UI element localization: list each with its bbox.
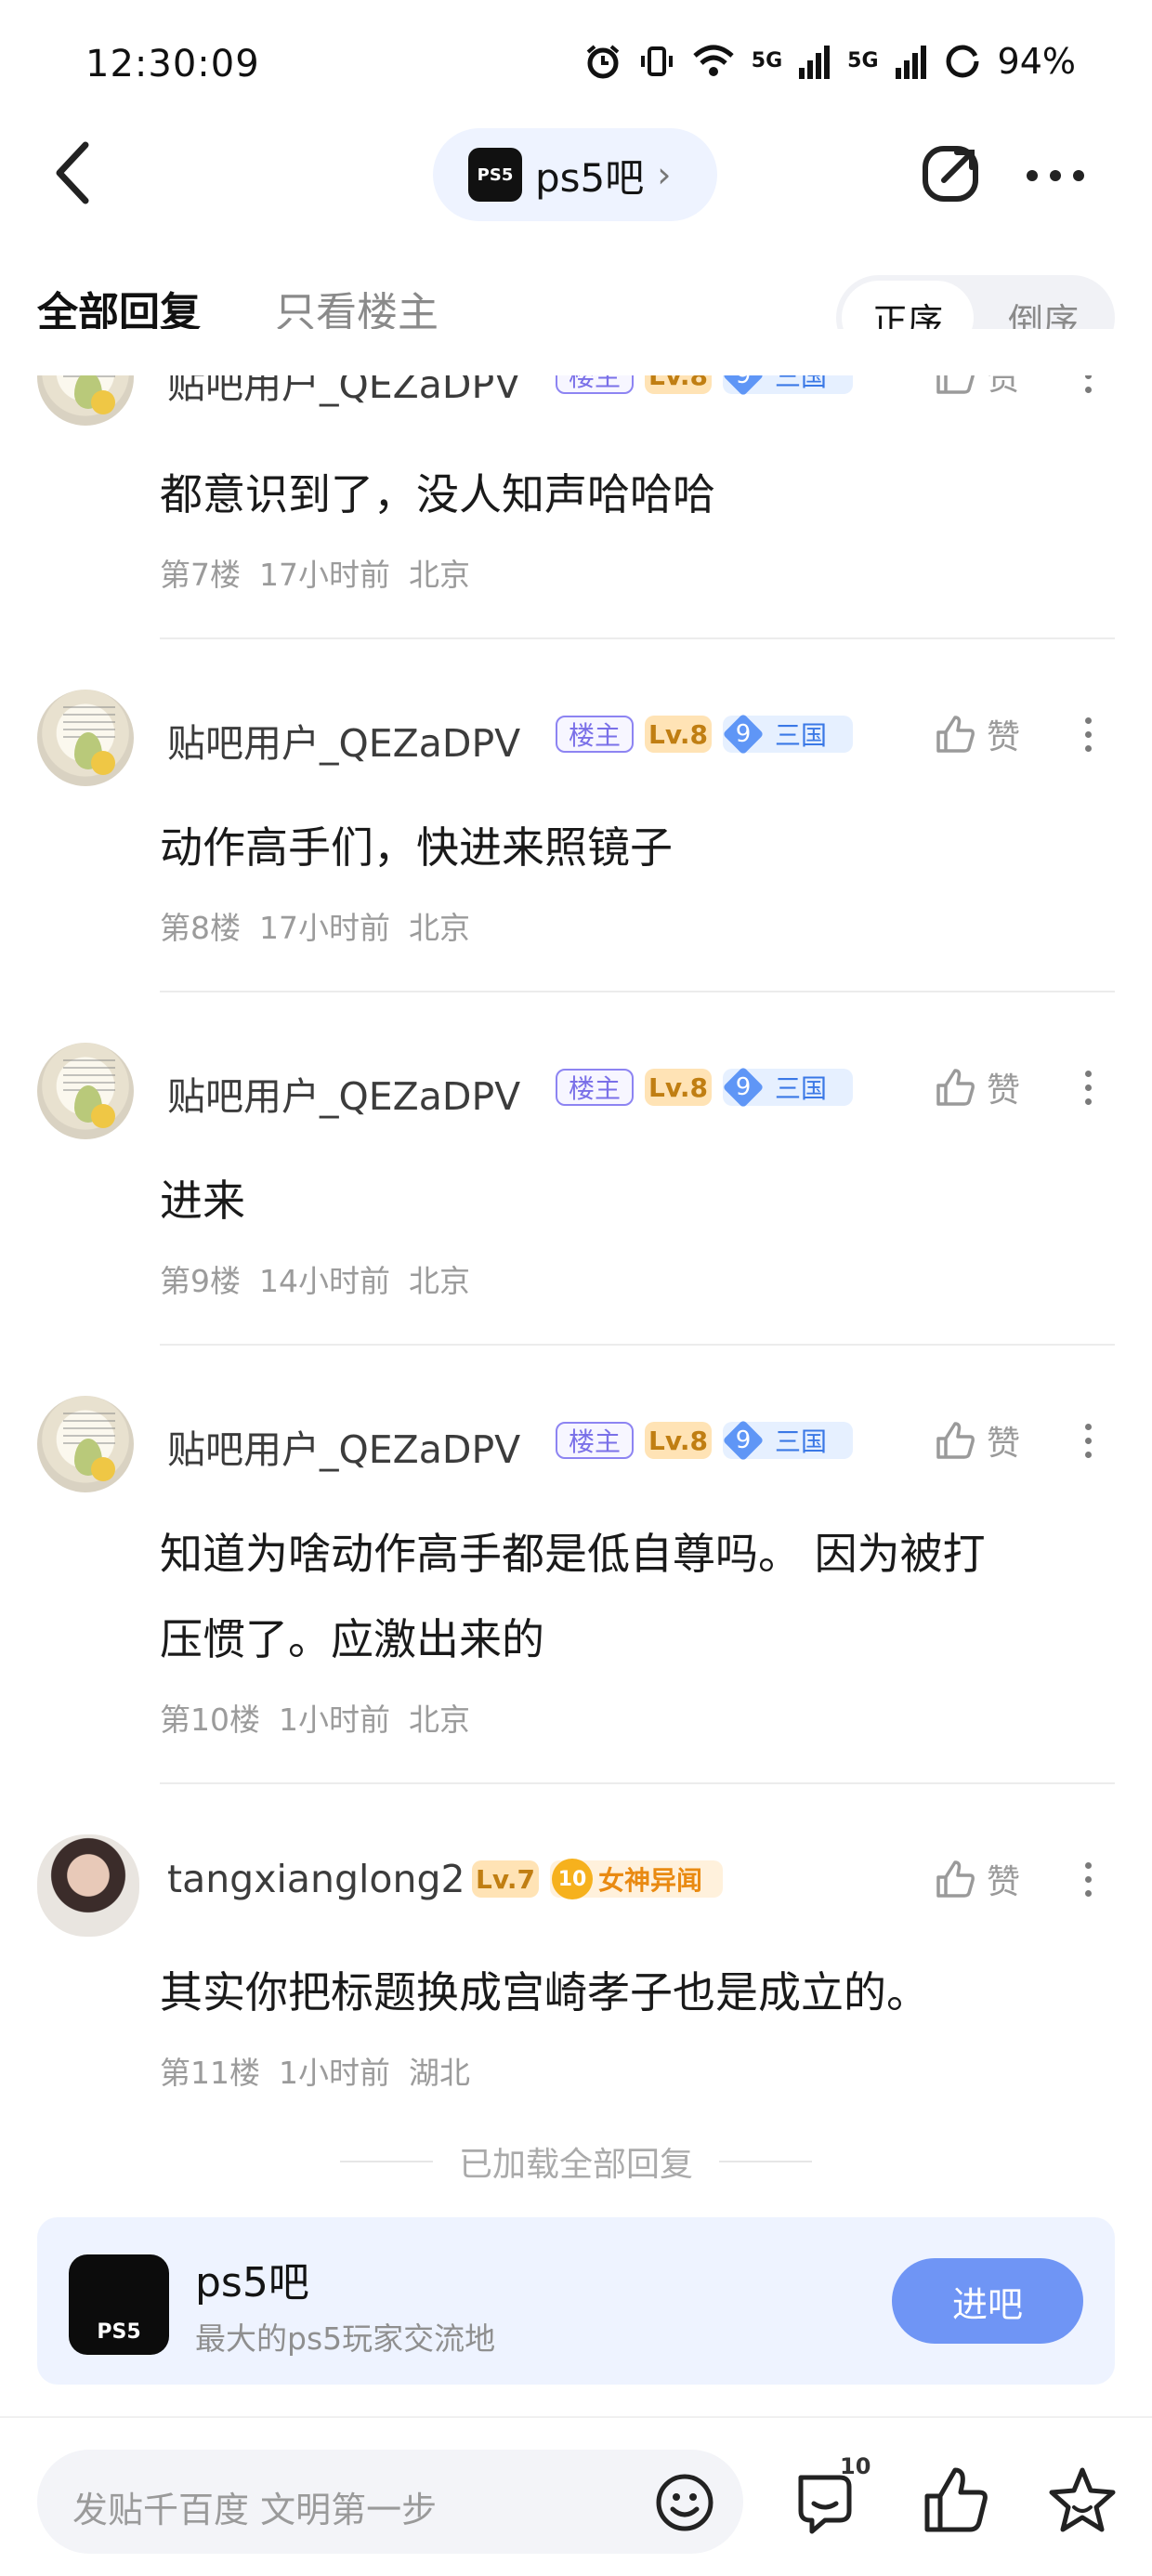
medal-badge: 10 女神异闻 [550,1859,723,1899]
thumbs-up-icon [936,1422,975,1459]
bottom-divider [0,2416,1152,2418]
thumbs-up-icon[interactable] [920,2463,990,2537]
forum-logo: PS5 [468,148,522,202]
owner-badge: 楼主 [556,1069,634,1106]
wifi-icon [693,45,734,76]
back-icon[interactable] [48,139,97,206]
post-divider [160,1782,1115,1784]
level-badge: Lv.8 [645,716,712,753]
thumbs-up-icon [936,1069,975,1106]
more-icon[interactable] [1026,169,1085,182]
username[interactable]: 贴吧用户_QEZaDPV [167,1065,520,1121]
floor-number: 第11楼 [160,2055,260,2091]
post-time: 14小时前 [259,1263,390,1299]
divider-line [719,2161,812,2162]
emoji-icon[interactable] [654,2472,715,2533]
post-content-line-2: 压惯了。应激出来的 [160,1614,544,1664]
post-more-icon[interactable] [1074,1851,1102,1907]
battery-ring-icon [946,45,979,78]
divider-line [339,2161,433,2162]
status-icons: 5G 5G 94% [584,41,1076,82]
star-icon[interactable] [1046,2464,1119,2537]
scroll-mask [0,329,1152,375]
forum-card-title: ps5吧 [195,2259,309,2307]
username[interactable]: tangxianglong2 [167,1857,465,1901]
like-button[interactable]: 赞 [933,1413,1081,1468]
battery-percent: 94% [997,41,1076,82]
post-time: 1小时前 [279,1702,390,1738]
level-badge: Lv.7 [472,1860,539,1898]
post-more-icon[interactable] [1074,706,1102,762]
fan-badge: 9 三国 [722,1066,853,1109]
avatar[interactable] [37,1396,134,1492]
post-location: 北京 [409,1702,470,1738]
post-meta: 第8楼 17小时前 北京 [160,903,470,948]
forum-name: ps5吧 [535,154,645,201]
floor-number: 第8楼 [160,910,241,946]
post-location: 北京 [409,910,470,946]
username[interactable]: 贴吧用户_QEZaDPV [167,1418,520,1474]
vibrate-icon [640,46,673,76]
post-content: 进来 [160,1176,245,1226]
fan-badge: 9 三国 [722,1419,853,1462]
like-button[interactable]: 赞 [933,706,1081,762]
post-meta: 第10楼 1小时前 北京 [160,1695,470,1740]
post-content-line-1: 知道为啥动作高手都是低自尊吗。 因为被打 [160,1529,986,1579]
post-more-icon[interactable] [1074,1059,1102,1115]
avatar[interactable] [37,1043,134,1139]
post-content: 动作高手们，快进来照镜子 [160,822,673,873]
post-divider [160,991,1115,992]
reply-placeholder: 发贴千百度 文明第一步 [72,2490,438,2530]
forum-card[interactable]: PS5 ps5吧 最大的ps5玩家交流地 进吧 [37,2217,1115,2385]
thumbs-up-icon [936,716,975,753]
post-time: 17小时前 [259,557,390,593]
forum-card-logo: PS5 [69,2254,169,2355]
post-time: 17小时前 [259,910,390,946]
level-badge: Lv.8 [645,1422,712,1459]
owner-badge: 楼主 [556,1422,634,1459]
status-time: 12:30:09 [85,43,260,85]
forum-card-subtitle: 最大的ps5玩家交流地 [195,2320,496,2357]
post-content: 其实你把标题换成宫崎孝子也是成立的。 [160,1967,929,2017]
post-location: 湖北 [409,2055,470,2091]
fan-badge: 9 三国 [722,713,853,756]
post-content: 都意识到了，没人知声哈哈哈 [160,469,715,519]
post-more-icon[interactable] [1074,1413,1102,1468]
post-meta: 第9楼 14小时前 北京 [160,1256,470,1301]
avatar[interactable] [37,690,134,786]
floor-number: 第9楼 [160,1263,241,1299]
avatar[interactable] [37,1834,139,1937]
floor-number: 第7楼 [160,557,241,593]
post-time: 1小时前 [279,2055,390,2091]
like-button[interactable]: 赞 [933,1851,1081,1907]
comment-count: 10 [840,2453,871,2479]
level-badge: Lv.8 [645,1069,712,1106]
username[interactable]: 贴吧用户_QEZaDPV [167,712,520,768]
signal-5g-label-2: 5G [847,49,879,72]
post-location: 北京 [409,557,470,593]
floor-number: 第10楼 [160,1702,260,1738]
signal-5g-label-1: 5G [751,49,783,72]
post-divider [160,1344,1115,1346]
reply-input[interactable]: 发贴千百度 文明第一步 [37,2450,743,2554]
post-meta: 第7楼 17小时前 北京 [160,550,470,595]
owner-badge: 楼主 [556,716,634,753]
alarm-icon [586,45,620,79]
forum-pill[interactable]: PS5 ps5吧 › [433,128,717,221]
share-icon[interactable] [920,141,983,204]
loaded-text: 已加载全部回复 [458,2146,693,2184]
post-meta: 第11楼 1小时前 湖北 [160,2048,470,2093]
like-button[interactable]: 赞 [933,1059,1081,1115]
post-divider [160,637,1115,639]
chevron-right-icon: › [657,154,672,195]
signal-bars-icon [799,46,831,79]
join-forum-button[interactable]: 进吧 [892,2258,1083,2344]
thumbs-up-icon [936,1860,975,1898]
post-location: 北京 [409,1263,470,1299]
all-replies-loaded: 已加载全部回复 [0,2137,1152,2186]
signal-bars-icon [895,46,926,79]
